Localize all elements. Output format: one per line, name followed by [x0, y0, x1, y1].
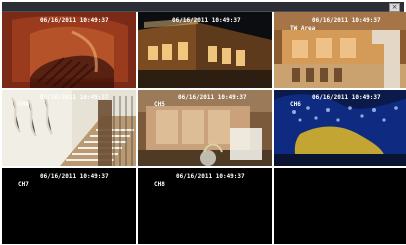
- camera-tile-1[interactable]: 06/16/2011 10:49:37: [2, 12, 136, 88]
- close-icon[interactable]: ×: [389, 3, 400, 12]
- timestamp: 06/16/2011 10:49:37: [40, 173, 109, 180]
- camera-label: CH8: [154, 181, 165, 188]
- camera-tile-7[interactable]: 06/16/2011 10:49:37 CH7: [2, 168, 136, 244]
- camera-label: CH5: [154, 101, 165, 108]
- camera-tile-8[interactable]: 06/16/2011 10:49:37 CH8: [138, 168, 272, 244]
- camera-tile-5[interactable]: 06/16/2011 10:49:37 CH5: [138, 90, 272, 166]
- dvr-viewer-window: × 06/16/2011 10:49:37 06/16/2011 10:49:3…: [0, 0, 406, 245]
- camera-tile-9[interactable]: [274, 168, 406, 244]
- title-bar: ×: [2, 2, 404, 12]
- timestamp: 06/16/2011 10:49:37: [178, 94, 247, 101]
- camera-grid: 06/16/2011 10:49:37 06/16/2011 10:49:37 …: [2, 12, 406, 245]
- camera-tile-2[interactable]: 06/16/2011 10:49:37: [138, 12, 272, 88]
- timestamp: 06/16/2011 10:49:37: [312, 17, 381, 24]
- camera-label: CH6: [290, 101, 301, 108]
- camera-tile-4[interactable]: 06/16/2011 10:49:37 CH4: [2, 90, 136, 166]
- camera-label: CH4: [18, 101, 29, 108]
- timestamp: 06/16/2011 10:49:37: [176, 173, 245, 180]
- camera-tile-6[interactable]: 06/16/2011 10:49:37 CH6: [274, 90, 406, 166]
- timestamp: 06/16/2011 10:49:37: [312, 94, 381, 101]
- camera-label: CH7: [18, 181, 29, 188]
- timestamp: 06/16/2011 10:49:37: [172, 17, 241, 24]
- timestamp: 06/16/2011 10:49:37: [40, 17, 109, 24]
- timestamp: 06/16/2011 10:49:37: [40, 94, 109, 101]
- camera-tile-3[interactable]: 06/16/2011 10:49:37 TW Area: [274, 12, 406, 88]
- camera-label: TW Area: [290, 25, 316, 32]
